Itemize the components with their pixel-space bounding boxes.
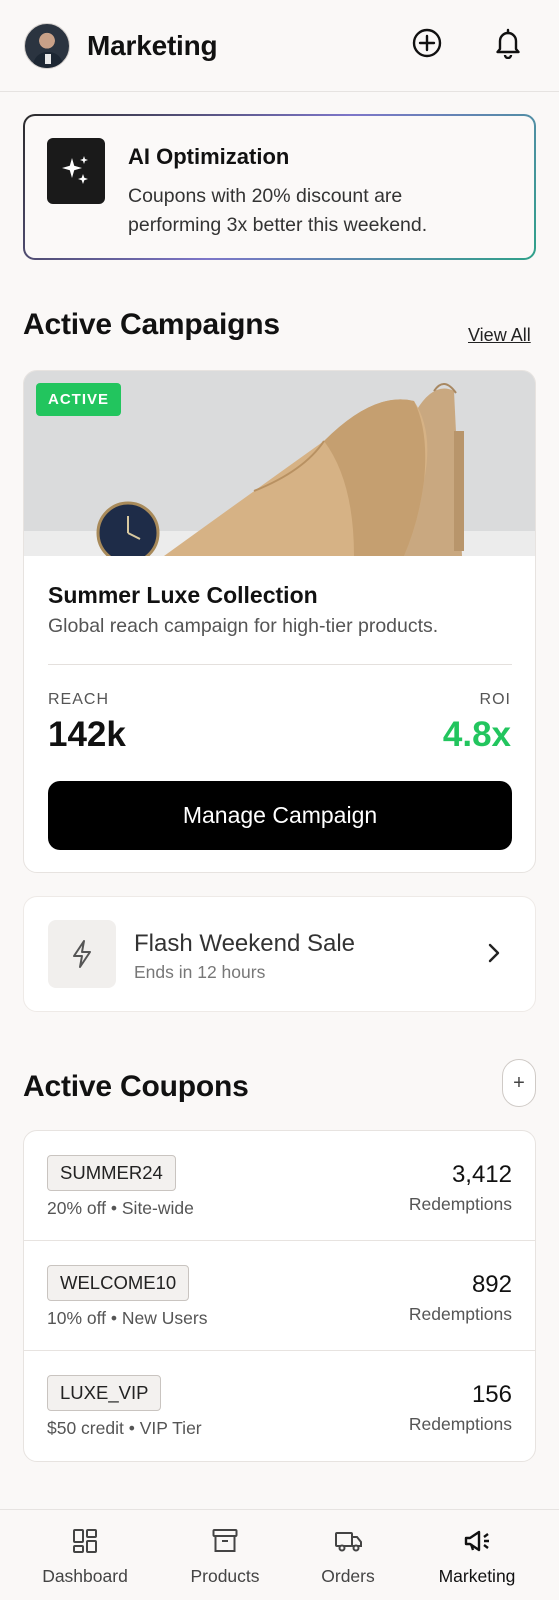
nav-label: Products: [190, 1566, 260, 1586]
nav-label: Orders: [321, 1566, 375, 1586]
avatar[interactable]: [24, 22, 70, 69]
megaphone-icon: [463, 1527, 491, 1555]
reach-value: 142k: [48, 715, 126, 754]
nav-item-marketing[interactable]: Marketing: [417, 1510, 537, 1600]
coupon-row[interactable]: SUMMER24 20% off • Site-wide 3,412 Redem…: [24, 1131, 535, 1241]
coupon-row[interactable]: LUXE_VIP $50 credit • VIP Tier 156 Redem…: [24, 1351, 535, 1461]
truck-icon: [334, 1527, 362, 1555]
plus-circle-icon[interactable]: [410, 26, 444, 60]
app-header: Marketing: [0, 0, 559, 92]
coupon-description: 20% off • Site-wide: [47, 1198, 194, 1218]
nav-label: Marketing: [438, 1566, 516, 1586]
coupons-section-title: Active Coupons: [23, 1070, 249, 1103]
coupon-description: $50 credit • VIP Tier: [47, 1418, 202, 1438]
page-title: Marketing: [87, 29, 218, 61]
coupon-list: SUMMER24 20% off • Site-wide 3,412 Redem…: [23, 1130, 536, 1462]
bottom-navigation: Dashboard Products Orders Marketing: [0, 1509, 559, 1600]
divider: [48, 664, 512, 665]
add-coupon-button[interactable]: +: [502, 1059, 536, 1107]
roi-label: ROI: [479, 691, 511, 708]
redemption-count: 3,412: [451, 1161, 512, 1188]
redemption-label: Redemptions: [408, 1194, 512, 1214]
campaign-image: ACTIVE: [24, 371, 535, 556]
nav-item-orders[interactable]: Orders: [288, 1510, 408, 1600]
reach-label: REACH: [48, 691, 110, 708]
ai-card-text: Coupons with 20% discount are performing…: [128, 185, 428, 236]
flash-sale-subtitle: Ends in 12 hours: [134, 962, 266, 982]
nav-item-dashboard[interactable]: Dashboard: [25, 1510, 145, 1600]
redemption-label: Redemptions: [408, 1414, 512, 1434]
coupon-code: SUMMER24: [47, 1155, 176, 1191]
bolt-icon: [48, 920, 116, 988]
sparkles-icon: [47, 138, 105, 204]
view-all-link[interactable]: View All: [468, 325, 531, 346]
redemption-count: 892: [471, 1271, 512, 1298]
featured-campaign-card: ACTIVE Summer Luxe Collection Global rea…: [23, 370, 536, 873]
chevron-right-icon: [486, 941, 502, 970]
dashboard-icon: [71, 1527, 99, 1555]
coupon-code: LUXE_VIP: [47, 1375, 162, 1411]
roi-value: 4.8x: [442, 715, 511, 754]
nav-item-products[interactable]: Products: [165, 1510, 285, 1600]
campaigns-section-title: Active Campaigns: [23, 308, 280, 341]
flash-sale-campaign-item[interactable]: Flash Weekend Sale Ends in 12 hours: [23, 896, 536, 1012]
coupon-code: WELCOME10: [47, 1265, 190, 1301]
flash-sale-title: Flash Weekend Sale: [134, 930, 356, 957]
archive-box-icon: [211, 1527, 239, 1555]
ai-card-title: AI Optimization: [128, 144, 290, 169]
redemption-count: 156: [471, 1381, 512, 1408]
bell-icon[interactable]: [491, 26, 525, 60]
campaign-title: Summer Luxe Collection: [48, 582, 318, 608]
redemption-label: Redemptions: [408, 1304, 512, 1324]
campaign-description: Global reach campaign for high-tier prod…: [48, 615, 439, 637]
nav-label: Dashboard: [42, 1566, 128, 1586]
status-badge: ACTIVE: [36, 383, 122, 416]
ai-optimization-card: AI Optimization Coupons with 20% discoun…: [23, 114, 536, 260]
manage-campaign-button[interactable]: Manage Campaign: [48, 781, 512, 850]
coupon-description: 10% off • New Users: [47, 1308, 208, 1328]
coupon-row[interactable]: WELCOME10 10% off • New Users 892 Redemp…: [24, 1241, 535, 1351]
